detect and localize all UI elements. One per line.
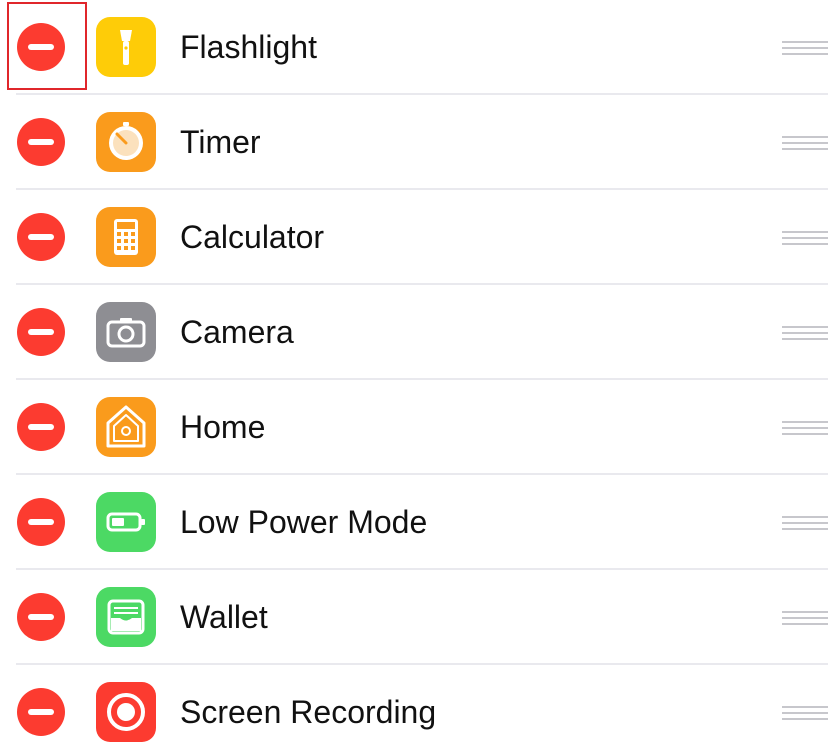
remove-camera-button[interactable] bbox=[17, 308, 65, 356]
remove-screen-recording-button[interactable] bbox=[17, 688, 65, 736]
home-icon bbox=[96, 397, 156, 457]
control-row-camera: Camera bbox=[0, 285, 828, 380]
control-label: Camera bbox=[180, 314, 294, 350]
screen-recording-icon bbox=[96, 682, 156, 742]
timer-icon bbox=[96, 112, 156, 172]
battery-icon bbox=[96, 492, 156, 552]
controls-list: Flashlight Timer Calculator Camera Home … bbox=[0, 0, 828, 742]
control-label: Flashlight bbox=[180, 29, 317, 65]
wallet-icon bbox=[96, 587, 156, 647]
reorder-handle[interactable] bbox=[782, 39, 828, 57]
control-label: Timer bbox=[180, 124, 261, 160]
control-label: Wallet bbox=[180, 599, 268, 635]
remove-flashlight-button[interactable] bbox=[17, 23, 65, 71]
control-row-low-power-mode: Low Power Mode bbox=[0, 475, 828, 570]
camera-icon bbox=[96, 302, 156, 362]
control-row-flashlight: Flashlight bbox=[0, 0, 828, 95]
reorder-handle[interactable] bbox=[782, 514, 828, 532]
remove-wallet-button[interactable] bbox=[17, 593, 65, 641]
control-label: Calculator bbox=[180, 219, 325, 255]
reorder-handle[interactable] bbox=[782, 134, 828, 152]
reorder-handle[interactable] bbox=[782, 419, 828, 437]
control-row-calculator: Calculator bbox=[0, 190, 828, 285]
reorder-handle[interactable] bbox=[782, 324, 828, 342]
control-row-timer: Timer bbox=[0, 95, 828, 190]
control-label: Home bbox=[180, 409, 266, 445]
flashlight-icon bbox=[96, 17, 156, 77]
remove-home-button[interactable] bbox=[17, 403, 65, 451]
control-row-screen-recording: Screen Recording bbox=[0, 665, 828, 742]
reorder-handle[interactable] bbox=[782, 704, 828, 722]
calculator-icon bbox=[96, 207, 156, 267]
remove-timer-button[interactable] bbox=[17, 118, 65, 166]
control-row-home: Home bbox=[0, 380, 828, 475]
control-row-wallet: Wallet bbox=[0, 570, 828, 665]
remove-low-power-mode-button[interactable] bbox=[17, 498, 65, 546]
reorder-handle[interactable] bbox=[782, 229, 828, 247]
control-label: Low Power Mode bbox=[180, 504, 428, 540]
control-label: Screen Recording bbox=[180, 694, 437, 730]
remove-calculator-button[interactable] bbox=[17, 213, 65, 261]
reorder-handle[interactable] bbox=[782, 609, 828, 627]
